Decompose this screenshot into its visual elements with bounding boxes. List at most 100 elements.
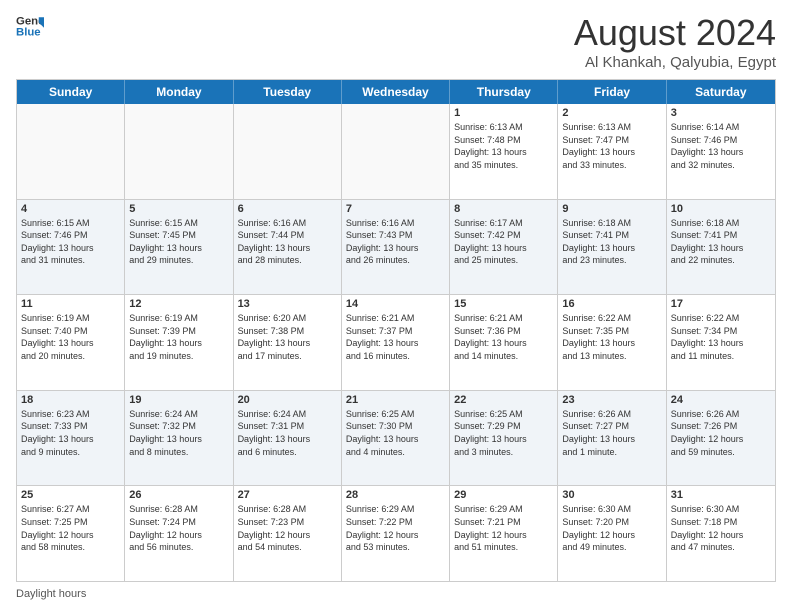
cell-day-31: 31 Sunrise: 6:30 AM Sunset: 7:18 PM Dayli… xyxy=(667,486,775,581)
cell-day-27: 27Sunrise: 6:28 AM Sunset: 7:23 PM Dayli… xyxy=(234,486,342,581)
day-number-11: 11 xyxy=(21,298,120,310)
day-number-22: 22 xyxy=(454,394,553,406)
cell-info-25: Sunrise: 6:27 AM Sunset: 7:25 PM Dayligh… xyxy=(21,503,120,553)
cell-day-23: 23 Sunrise: 6:26 AM Sunset: 7:27 PM Dayli… xyxy=(558,391,666,486)
calendar-row-0: 1Sunrise: 6:13 AM Sunset: 7:48 PM Daylig… xyxy=(17,104,775,200)
cell-day-15: 15Sunrise: 6:21 AM Sunset: 7:36 PM Dayli… xyxy=(450,295,558,390)
calendar-body: 1Sunrise: 6:13 AM Sunset: 7:48 PM Daylig… xyxy=(17,104,775,581)
cell-day-12: 12 Sunrise: 6:19 AM Sunset: 7:39 PM Dayli… xyxy=(125,295,233,390)
cell-info-3: Sunrise: 6:14 AM Sunset: 7:46 PM Dayligh… xyxy=(671,121,771,171)
calendar-row-2: 11Sunrise: 6:19 AM Sunset: 7:40 PM Dayli… xyxy=(17,295,775,391)
svg-text:Blue: Blue xyxy=(16,27,41,39)
cell-day-4: 4 Sunrise: 6:15 AM Sunset: 7:46 PM Daylig… xyxy=(17,200,125,295)
header-friday: Friday xyxy=(558,80,666,104)
day-number-24: 24 xyxy=(671,394,771,406)
calendar-row-4: 25 Sunrise: 6:27 AM Sunset: 7:25 PM Dayli… xyxy=(17,486,775,581)
day-number-21: 21 xyxy=(346,394,445,406)
cell-day-30: 30Sunrise: 6:30 AM Sunset: 7:20 PM Dayli… xyxy=(558,486,666,581)
day-number-19: 19 xyxy=(129,394,228,406)
cell-info-5: Sunrise: 6:15 AM Sunset: 7:45 PM Dayligh… xyxy=(129,217,228,267)
day-number-20: 20 xyxy=(238,394,337,406)
day-number-8: 8 xyxy=(454,203,553,215)
day-number-26: 26 xyxy=(129,489,228,501)
cell-info-21: Sunrise: 6:25 AM Sunset: 7:30 PM Dayligh… xyxy=(346,408,445,458)
cell-day-16: 16Sunrise: 6:22 AM Sunset: 7:35 PM Dayli… xyxy=(558,295,666,390)
cell-info-22: Sunrise: 6:25 AM Sunset: 7:29 PM Dayligh… xyxy=(454,408,553,458)
header-monday: Monday xyxy=(125,80,233,104)
day-number-2: 2 xyxy=(562,107,661,119)
cell-info-27: Sunrise: 6:28 AM Sunset: 7:23 PM Dayligh… xyxy=(238,503,337,553)
cell-day-13: 13 Sunrise: 6:20 AM Sunset: 7:38 PM Dayli… xyxy=(234,295,342,390)
location-title: Al Khankah, Qalyubia, Egypt xyxy=(574,54,776,71)
header-wednesday: Wednesday xyxy=(342,80,450,104)
cell-day-3: 3Sunrise: 6:14 AM Sunset: 7:46 PM Daylig… xyxy=(667,104,775,199)
cell-day-22: 22 Sunrise: 6:25 AM Sunset: 7:29 PM Dayli… xyxy=(450,391,558,486)
cell-info-28: Sunrise: 6:29 AM Sunset: 7:22 PM Dayligh… xyxy=(346,503,445,553)
cell-day-14: 14 Sunrise: 6:21 AM Sunset: 7:37 PM Dayli… xyxy=(342,295,450,390)
day-number-29: 29 xyxy=(454,489,553,501)
day-number-4: 4 xyxy=(21,203,120,215)
cell-day-28: 28 Sunrise: 6:29 AM Sunset: 7:22 PM Dayli… xyxy=(342,486,450,581)
cell-day-26: 26Sunrise: 6:28 AM Sunset: 7:24 PM Dayli… xyxy=(125,486,233,581)
cell-day-18: 18 Sunrise: 6:23 AM Sunset: 7:33 PM Dayli… xyxy=(17,391,125,486)
header-saturday: Saturday xyxy=(667,80,775,104)
cell-info-12: Sunrise: 6:19 AM Sunset: 7:39 PM Dayligh… xyxy=(129,312,228,362)
title-block: August 2024 Al Khankah, Qalyubia, Egypt xyxy=(574,12,776,71)
day-number-23: 23 xyxy=(562,394,661,406)
cell-day-19: 19 Sunrise: 6:24 AM Sunset: 7:32 PM Dayli… xyxy=(125,391,233,486)
day-number-5: 5 xyxy=(129,203,228,215)
day-number-6: 6 xyxy=(238,203,337,215)
cell-info-20: Sunrise: 6:24 AM Sunset: 7:31 PM Dayligh… xyxy=(238,408,337,458)
cell-info-23: Sunrise: 6:26 AM Sunset: 7:27 PM Dayligh… xyxy=(562,408,661,458)
cell-info-4: Sunrise: 6:15 AM Sunset: 7:46 PM Dayligh… xyxy=(21,217,120,267)
calendar-header: Sunday Monday Tuesday Wednesday Thursday… xyxy=(17,80,775,104)
day-number-25: 25 xyxy=(21,489,120,501)
logo: General Blue xyxy=(16,12,44,40)
day-number-1: 1 xyxy=(454,107,553,119)
cell-info-18: Sunrise: 6:23 AM Sunset: 7:33 PM Dayligh… xyxy=(21,408,120,458)
cell-info-17: Sunrise: 6:22 AM Sunset: 7:34 PM Dayligh… xyxy=(671,312,771,362)
day-number-10: 10 xyxy=(671,203,771,215)
day-number-7: 7 xyxy=(346,203,445,215)
footer: Daylight hours xyxy=(16,588,776,600)
cell-day-17: 17Sunrise: 6:22 AM Sunset: 7:34 PM Dayli… xyxy=(667,295,775,390)
cell-info-19: Sunrise: 6:24 AM Sunset: 7:32 PM Dayligh… xyxy=(129,408,228,458)
cell-info-16: Sunrise: 6:22 AM Sunset: 7:35 PM Dayligh… xyxy=(562,312,661,362)
day-number-28: 28 xyxy=(346,489,445,501)
day-number-15: 15 xyxy=(454,298,553,310)
cell-day-9: 9 Sunrise: 6:18 AM Sunset: 7:41 PM Daylig… xyxy=(558,200,666,295)
calendar-row-3: 18 Sunrise: 6:23 AM Sunset: 7:33 PM Dayli… xyxy=(17,391,775,487)
header-sunday: Sunday xyxy=(17,80,125,104)
page: General Blue August 2024 Al Khankah, Qal… xyxy=(0,0,792,612)
cell-info-14: Sunrise: 6:21 AM Sunset: 7:37 PM Dayligh… xyxy=(346,312,445,362)
cell-day-2: 2 Sunrise: 6:13 AM Sunset: 7:47 PM Daylig… xyxy=(558,104,666,199)
calendar-row-1: 4 Sunrise: 6:15 AM Sunset: 7:46 PM Daylig… xyxy=(17,200,775,296)
day-number-18: 18 xyxy=(21,394,120,406)
cell-day-6: 6Sunrise: 6:16 AM Sunset: 7:44 PM Daylig… xyxy=(234,200,342,295)
cell-day-20: 20 Sunrise: 6:24 AM Sunset: 7:31 PM Dayli… xyxy=(234,391,342,486)
day-number-13: 13 xyxy=(238,298,337,310)
cell-info-13: Sunrise: 6:20 AM Sunset: 7:38 PM Dayligh… xyxy=(238,312,337,362)
day-number-31: 31 xyxy=(671,489,771,501)
cell-info-9: Sunrise: 6:18 AM Sunset: 7:41 PM Dayligh… xyxy=(562,217,661,267)
cell-info-31: Sunrise: 6:30 AM Sunset: 7:18 PM Dayligh… xyxy=(671,503,771,553)
cell-info-7: Sunrise: 6:16 AM Sunset: 7:43 PM Dayligh… xyxy=(346,217,445,267)
header: General Blue August 2024 Al Khankah, Qal… xyxy=(16,12,776,71)
cell-day-7: 7 Sunrise: 6:16 AM Sunset: 7:43 PM Daylig… xyxy=(342,200,450,295)
cell-day-11: 11Sunrise: 6:19 AM Sunset: 7:40 PM Dayli… xyxy=(17,295,125,390)
day-number-9: 9 xyxy=(562,203,661,215)
cell-info-2: Sunrise: 6:13 AM Sunset: 7:47 PM Dayligh… xyxy=(562,121,661,171)
cell-info-8: Sunrise: 6:17 AM Sunset: 7:42 PM Dayligh… xyxy=(454,217,553,267)
header-thursday: Thursday xyxy=(450,80,558,104)
day-number-12: 12 xyxy=(129,298,228,310)
day-number-14: 14 xyxy=(346,298,445,310)
empty-cell xyxy=(342,104,450,199)
cell-day-21: 21 Sunrise: 6:25 AM Sunset: 7:30 PM Dayli… xyxy=(342,391,450,486)
empty-cell xyxy=(125,104,233,199)
empty-cell xyxy=(234,104,342,199)
cell-info-24: Sunrise: 6:26 AM Sunset: 7:26 PM Dayligh… xyxy=(671,408,771,458)
month-title: August 2024 xyxy=(574,12,776,54)
cell-day-8: 8 Sunrise: 6:17 AM Sunset: 7:42 PM Daylig… xyxy=(450,200,558,295)
header-tuesday: Tuesday xyxy=(234,80,342,104)
empty-cell xyxy=(17,104,125,199)
